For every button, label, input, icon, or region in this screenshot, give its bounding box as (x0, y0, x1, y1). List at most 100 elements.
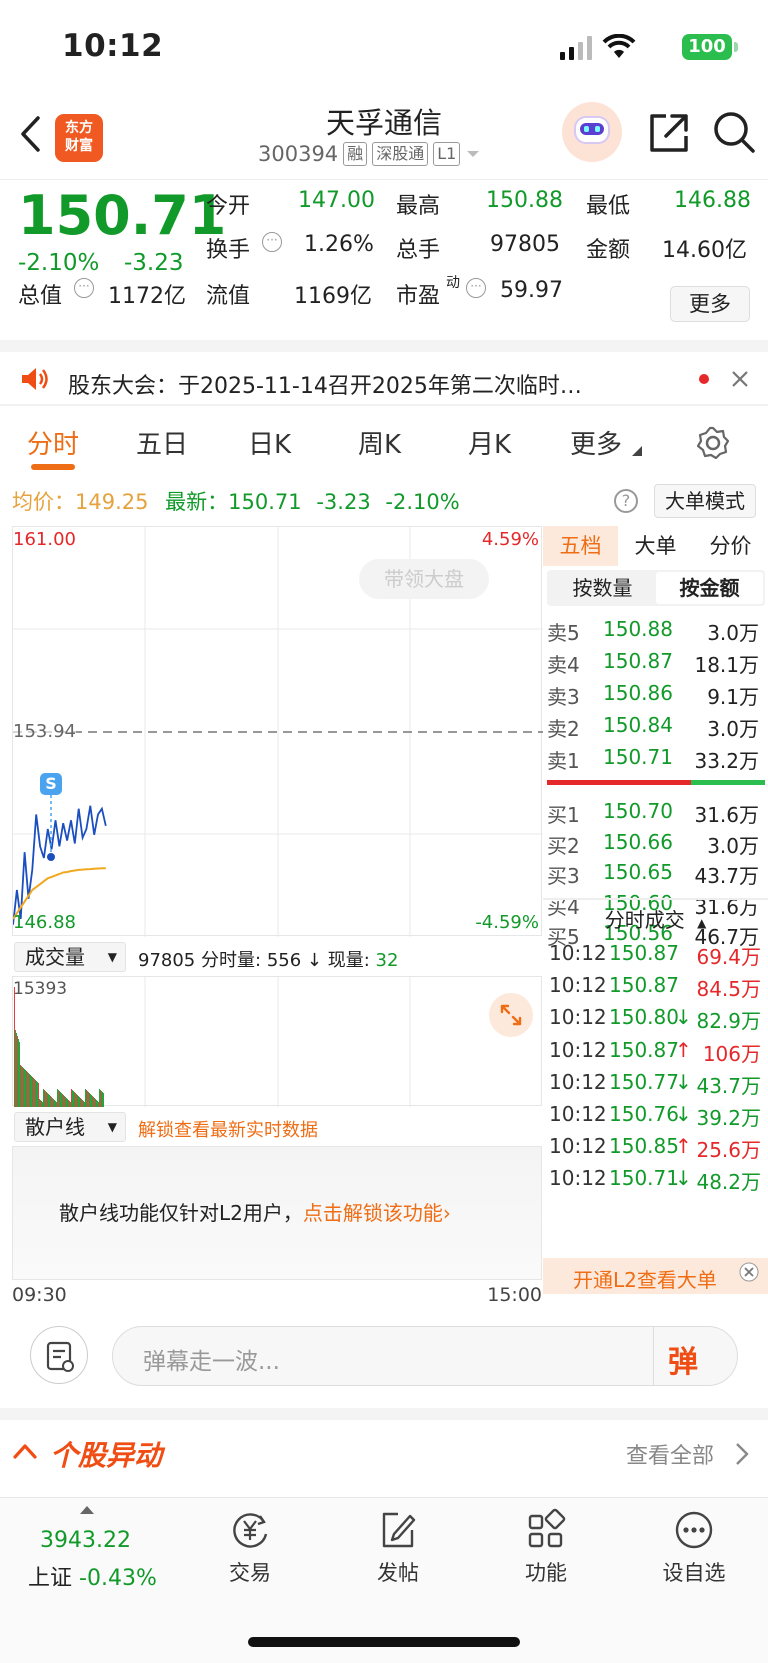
announcement-banner[interactable]: 股东大会：于2025-11-14召开2025年第二次临时… (0, 340, 768, 406)
retail-line-selector[interactable]: 散户线 ▼ (14, 1112, 126, 1142)
stock-anomaly-section: 个股异动 查看全部 (0, 1408, 768, 1478)
volume-info: 97805 分时量: 556 ↓ 现量: 32 (138, 950, 399, 971)
section-title: 个股异动 (50, 1439, 163, 1472)
tab-trade[interactable]: 交易 (200, 1508, 300, 1587)
ask-row[interactable]: 卖3 150.86 9.1万 (543, 678, 765, 710)
see-all-link[interactable]: 查看全部 (626, 1438, 714, 1470)
tab-daily-k[interactable]: 日K (248, 424, 291, 461)
volume-max-label: 15393 (13, 979, 68, 999)
volume-bar (99, 1089, 100, 1107)
volume-bar (16, 1033, 17, 1107)
volume-selector[interactable]: 成交量 ▼ (14, 942, 126, 972)
barrage-input[interactable]: 弹幕走一波... 弹 (112, 1326, 738, 1386)
tab-five-levels[interactable]: 五档 (543, 526, 618, 566)
search-icon[interactable] (712, 110, 756, 154)
market-cap-info-icon[interactable]: ··· (74, 278, 94, 298)
bid-amount: 31.6万 (694, 803, 759, 827)
locked-message: 散户线功能仅针对L2用户，点击解锁该功能› (59, 1197, 451, 1226)
volume-bar (24, 1069, 25, 1107)
big-order-mode-button[interactable]: 大单模式 (654, 484, 756, 518)
signal-marker[interactable]: S (40, 773, 62, 795)
index-ticker[interactable]: 3943.22 上证 -0.43% (14, 1504, 164, 1604)
tick-amount: 25.6万 (696, 1138, 761, 1163)
volume-bar (58, 1090, 59, 1107)
signal-marker-dot (47, 853, 55, 861)
ticks-title[interactable]: 分时成交 ▲ (543, 904, 768, 933)
collapse-icon[interactable] (12, 1442, 38, 1460)
subtab-by-amount[interactable]: 按金额 (656, 572, 763, 604)
tab-intraday[interactable]: 分时 (27, 424, 79, 461)
turnover-info-icon[interactable]: ··· (262, 232, 282, 252)
ask-amount: 9.1万 (707, 685, 759, 709)
ask-row[interactable]: 卖4 150.87 18.1万 (543, 646, 765, 678)
tab-more[interactable]: 更多 (570, 424, 622, 461)
volume-bar (68, 1100, 69, 1107)
volume-bar (21, 1066, 22, 1107)
pe-info-icon[interactable]: ··· (466, 278, 486, 298)
bid-row[interactable]: 买3 150.65 43.7万 (543, 857, 765, 889)
tab-watchlist-label: 设自选 (662, 1561, 726, 1585)
volume-bar (101, 1091, 102, 1107)
tick-time: 10:12 (549, 1005, 607, 1030)
ask-row[interactable]: 卖5 150.88 3.0万 (543, 614, 765, 646)
tab-five-day[interactable]: 五日 (136, 424, 188, 461)
volume-bar (77, 1095, 78, 1107)
ai-assistant-avatar-icon[interactable] (562, 102, 622, 162)
tab-monthly-k[interactable]: 月K (468, 424, 511, 461)
more-quote-button[interactable]: 更多 (670, 286, 750, 322)
volume-bar (102, 1092, 103, 1107)
latest-value: 150.71 (228, 490, 302, 514)
ask-row[interactable]: 卖2 150.84 3.0万 (543, 710, 765, 742)
volume-bar (73, 1091, 74, 1107)
intraday-chart[interactable]: 161.00 4.59% 153.94 146.88 -4.59% 带领大盘 S (12, 526, 543, 937)
tab-weekly-k[interactable]: 周K (358, 424, 401, 461)
promo-close-icon[interactable] (739, 1262, 759, 1282)
price-info-line: 均价：149.25 最新：150.71 -3.23 -2.10% (12, 486, 460, 516)
subtab-by-quantity[interactable]: 按数量 (549, 572, 656, 604)
volume-bar (43, 1089, 44, 1107)
tab-post[interactable]: 发帖 (348, 1508, 448, 1587)
stock-code-line[interactable]: 300394 融 深股通 L1 (258, 142, 481, 166)
level-tag: L1 (433, 142, 461, 166)
tab-watchlist[interactable]: 设自选 (644, 1508, 744, 1587)
share-icon[interactable] (648, 112, 690, 154)
volume-bar (35, 1080, 36, 1107)
unlock-link[interactable]: 点击解锁该功能› (303, 1201, 451, 1225)
ask-row[interactable]: 卖1 150.71 33.2万 (543, 742, 765, 774)
volume-bar (27, 1072, 28, 1107)
tab-price-distribution[interactable]: 分价 (693, 526, 768, 566)
unlock-hint[interactable]: 解锁查看最新实时数据 (138, 1116, 318, 1142)
volume-bar (80, 1098, 81, 1107)
bid-row[interactable]: 买1 150.70 31.6万 (543, 796, 765, 828)
barrage-send-button[interactable]: 弹 (668, 1337, 698, 1381)
volume-bar (65, 1097, 66, 1107)
volume-bar (25, 1070, 26, 1107)
index-change-pct: -0.43% (79, 1566, 157, 1591)
tick-direction: ↓ (675, 1069, 692, 1094)
quote-panel: 150.71 -2.10% -3.23 今开 147.00 最高 150.88 … (0, 180, 768, 338)
tab-big-orders[interactable]: 大单 (618, 526, 693, 566)
volume-bar (18, 1039, 19, 1107)
bid-row[interactable]: 买2 150.66 3.0万 (543, 827, 765, 859)
volume-label: 总手 (396, 238, 441, 263)
dropdown-caret-icon (467, 151, 480, 157)
volume-value: 97805 (490, 232, 560, 257)
stock-code: 300394 (258, 142, 339, 166)
app-logo: 东方 财富 (55, 114, 103, 162)
help-icon[interactable]: ? (614, 489, 638, 513)
stock-name: 天孚通信 (325, 106, 442, 140)
volume-bar (42, 1102, 43, 1107)
expand-icon[interactable] (489, 993, 533, 1037)
bid-level-label: 买3 (547, 864, 580, 888)
close-icon[interactable] (730, 369, 750, 389)
notes-icon (46, 1341, 74, 1372)
open-value: 147.00 (298, 188, 375, 213)
lead-market-badge[interactable]: 带领大盘 (359, 559, 489, 599)
tab-functions[interactable]: 功能 (496, 1508, 596, 1587)
settings-gear-icon[interactable] (696, 426, 730, 460)
volume-bar (48, 1094, 49, 1107)
prev-close-label: 153.94 (13, 721, 76, 742)
l2-promo-bar[interactable]: 开通L2查看大单 (543, 1258, 768, 1294)
notes-button[interactable] (30, 1326, 88, 1384)
back-icon[interactable] (18, 114, 42, 154)
